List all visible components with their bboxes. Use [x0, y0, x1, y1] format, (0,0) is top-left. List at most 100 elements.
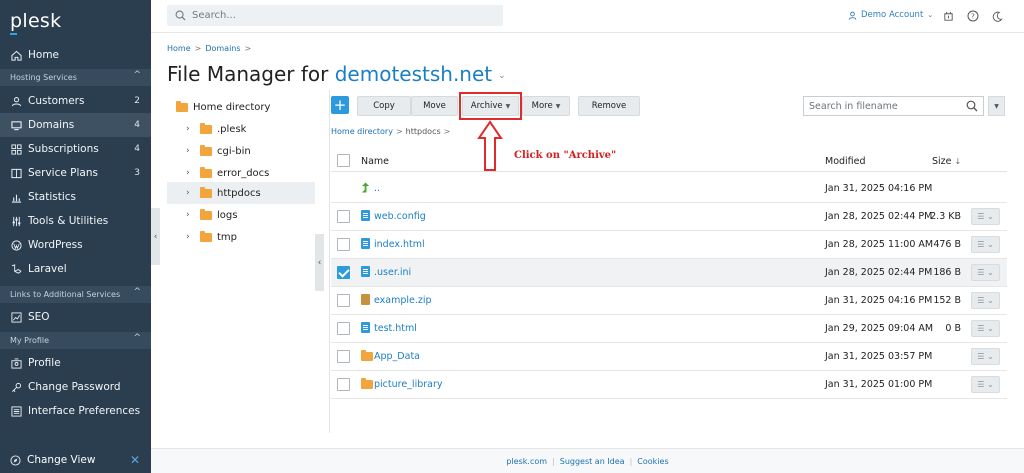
sidebar-item-wordpress[interactable]: WordPress: [0, 233, 151, 257]
sidebar-item-profile[interactable]: Profile: [0, 351, 151, 375]
row-menu-button[interactable]: ☰ ⌄: [971, 208, 1000, 225]
sidebar-item-label: Domains: [28, 119, 75, 131]
select-all-checkbox[interactable]: [337, 154, 350, 167]
row-menu-button[interactable]: ☰ ⌄: [971, 320, 1000, 337]
breadcrumb-domains[interactable]: Domains: [205, 44, 240, 53]
tree-item[interactable]: › logs: [186, 204, 237, 226]
row-menu-button[interactable]: ☰ ⌄: [971, 348, 1000, 365]
table-row[interactable]: picture_library Jan 31, 2025 01:00 PM ☰ …: [331, 371, 1007, 399]
move-button[interactable]: Move: [411, 96, 458, 116]
change-view-button[interactable]: Change View ✕: [0, 447, 151, 473]
table-row[interactable]: index.html Jan 28, 2025 11:00 AM 476 B ☰…: [331, 231, 1007, 259]
sidebar-item-tools[interactable]: Tools & Utilities: [0, 209, 151, 233]
sidebar-collapse-handle[interactable]: ‹: [151, 208, 160, 265]
global-search-input[interactable]: Search...: [167, 5, 503, 26]
column-modified[interactable]: Modified: [825, 156, 866, 167]
account-menu[interactable]: Demo Account ⌄: [848, 10, 933, 20]
copy-button[interactable]: Copy: [357, 96, 411, 116]
sidebar-item-service-plans[interactable]: Service Plans 3: [0, 161, 151, 185]
sidebar-item-label: Statistics: [28, 191, 76, 203]
tree-root[interactable]: Home directory: [176, 96, 270, 118]
table-row-selected[interactable]: .user.ini Jan 28, 2025 02:44 PM 186 B ☰ …: [331, 259, 1007, 287]
row-checkbox[interactable]: [337, 378, 350, 391]
column-name[interactable]: Name: [361, 156, 389, 167]
more-button[interactable]: More ▼: [522, 96, 570, 116]
tree-item-selected[interactable]: › httpdocs: [167, 182, 315, 204]
section-additional-services[interactable]: Links to Additional Services ^: [0, 286, 151, 303]
sidebar: plesk Home Hosting Services ^ Customers 2…: [0, 0, 151, 473]
help-icon[interactable]: ?: [967, 10, 979, 22]
remove-button[interactable]: Remove: [578, 96, 640, 116]
laravel-icon: [10, 263, 22, 275]
sidebar-item-laravel[interactable]: Laravel: [0, 257, 151, 281]
compass-icon: [10, 454, 21, 466]
highlight-box: [459, 92, 522, 120]
sidebar-item-domains[interactable]: Domains 4: [0, 113, 151, 137]
row-checkbox-checked[interactable]: [337, 266, 350, 279]
column-size[interactable]: Size ↓: [932, 156, 961, 167]
footer-link-cookies[interactable]: Cookies: [637, 457, 668, 466]
footer-link-suggest[interactable]: Suggest an Idea: [560, 457, 625, 466]
close-icon[interactable]: ✕: [130, 453, 140, 467]
file-breadcrumb-root[interactable]: Home directory: [331, 127, 393, 136]
tree-collapse-handle[interactable]: ‹: [315, 234, 324, 291]
folder-icon: [200, 122, 212, 134]
row-checkbox[interactable]: [337, 350, 350, 363]
sidebar-item-statistics[interactable]: Statistics: [0, 185, 151, 209]
tree-item[interactable]: › tmp: [186, 226, 237, 248]
section-hosting-services[interactable]: Hosting Services ^: [0, 69, 151, 86]
extensions-icon[interactable]: [942, 10, 954, 22]
domain-selector[interactable]: demotestsh.net: [335, 62, 492, 86]
search-icon[interactable]: [966, 100, 978, 112]
row-menu-button[interactable]: ☰ ⌄: [971, 236, 1000, 253]
table-row[interactable]: .. Jan 31, 2025 04:16 PM: [331, 175, 1007, 203]
sliders-icon: [10, 215, 22, 227]
count-badge: 2: [134, 96, 140, 106]
chevron-up-icon: ^: [133, 333, 141, 343]
row-menu-button[interactable]: ☰ ⌄: [971, 376, 1000, 393]
chevron-down-icon[interactable]: ⌄: [498, 71, 506, 81]
search-options-button[interactable]: ▼: [988, 96, 1005, 116]
breadcrumb-home[interactable]: Home: [167, 44, 191, 53]
file-breadcrumb-current: httpdocs: [405, 127, 441, 136]
chevron-down-icon: ▼: [555, 102, 561, 110]
row-menu-button[interactable]: ☰ ⌄: [971, 264, 1000, 281]
grid-icon: [10, 143, 22, 155]
sidebar-item-change-password[interactable]: Change Password: [0, 375, 151, 399]
sidebar-item-customers[interactable]: Customers 2: [0, 89, 151, 113]
table-row[interactable]: web.config Jan 28, 2025 02:44 PM 2.3 KB …: [331, 203, 1007, 231]
tree-item[interactable]: › .plesk: [186, 118, 246, 140]
chevron-up-icon: ^: [133, 287, 141, 297]
plesk-logo[interactable]: plesk: [10, 10, 61, 32]
sidebar-item-interface-preferences[interactable]: Interface Preferences: [0, 399, 151, 423]
breadcrumb: Home > Domains >: [167, 44, 252, 53]
prefs-icon: [10, 405, 22, 417]
row-checkbox[interactable]: [337, 294, 350, 307]
sidebar-item-label: Laravel: [28, 263, 67, 275]
row-checkbox[interactable]: [337, 210, 350, 223]
folder-icon: [200, 144, 212, 156]
tree-item[interactable]: › cgi-bin: [186, 140, 251, 162]
sidebar-item-subscriptions[interactable]: Subscriptions 4: [0, 137, 151, 161]
tree-item[interactable]: › error_docs: [186, 162, 269, 184]
footer-link-plesk[interactable]: plesk.com: [506, 457, 547, 466]
folder-icon: [176, 100, 188, 112]
table-row[interactable]: App_Data Jan 31, 2025 03:57 PM ☰ ⌄: [331, 343, 1007, 371]
dark-mode-icon[interactable]: [991, 10, 1003, 22]
add-button[interactable]: +: [331, 96, 349, 114]
filename-search-input[interactable]: Search in filename: [803, 96, 984, 116]
file-icon: [361, 266, 371, 278]
section-my-profile[interactable]: My Profile ^: [0, 332, 151, 349]
top-bar: Search... Demo Account ⌄ ?: [151, 0, 1024, 33]
row-menu-button[interactable]: ☰ ⌄: [971, 292, 1000, 309]
table-row[interactable]: test.html Jan 29, 2025 09:04 AM 0 B ☰ ⌄: [331, 315, 1007, 343]
file-icon: [361, 210, 371, 222]
sidebar-item-seo[interactable]: SEO: [0, 305, 151, 329]
book-icon: [10, 167, 22, 179]
sidebar-item-home[interactable]: Home: [0, 43, 151, 67]
row-checkbox[interactable]: [337, 238, 350, 251]
table-row[interactable]: example.zip Jan 31, 2025 04:16 PM 152 B …: [331, 287, 1007, 315]
row-checkbox[interactable]: [337, 322, 350, 335]
monitor-icon: [10, 119, 22, 131]
zip-file-icon: [361, 294, 371, 306]
